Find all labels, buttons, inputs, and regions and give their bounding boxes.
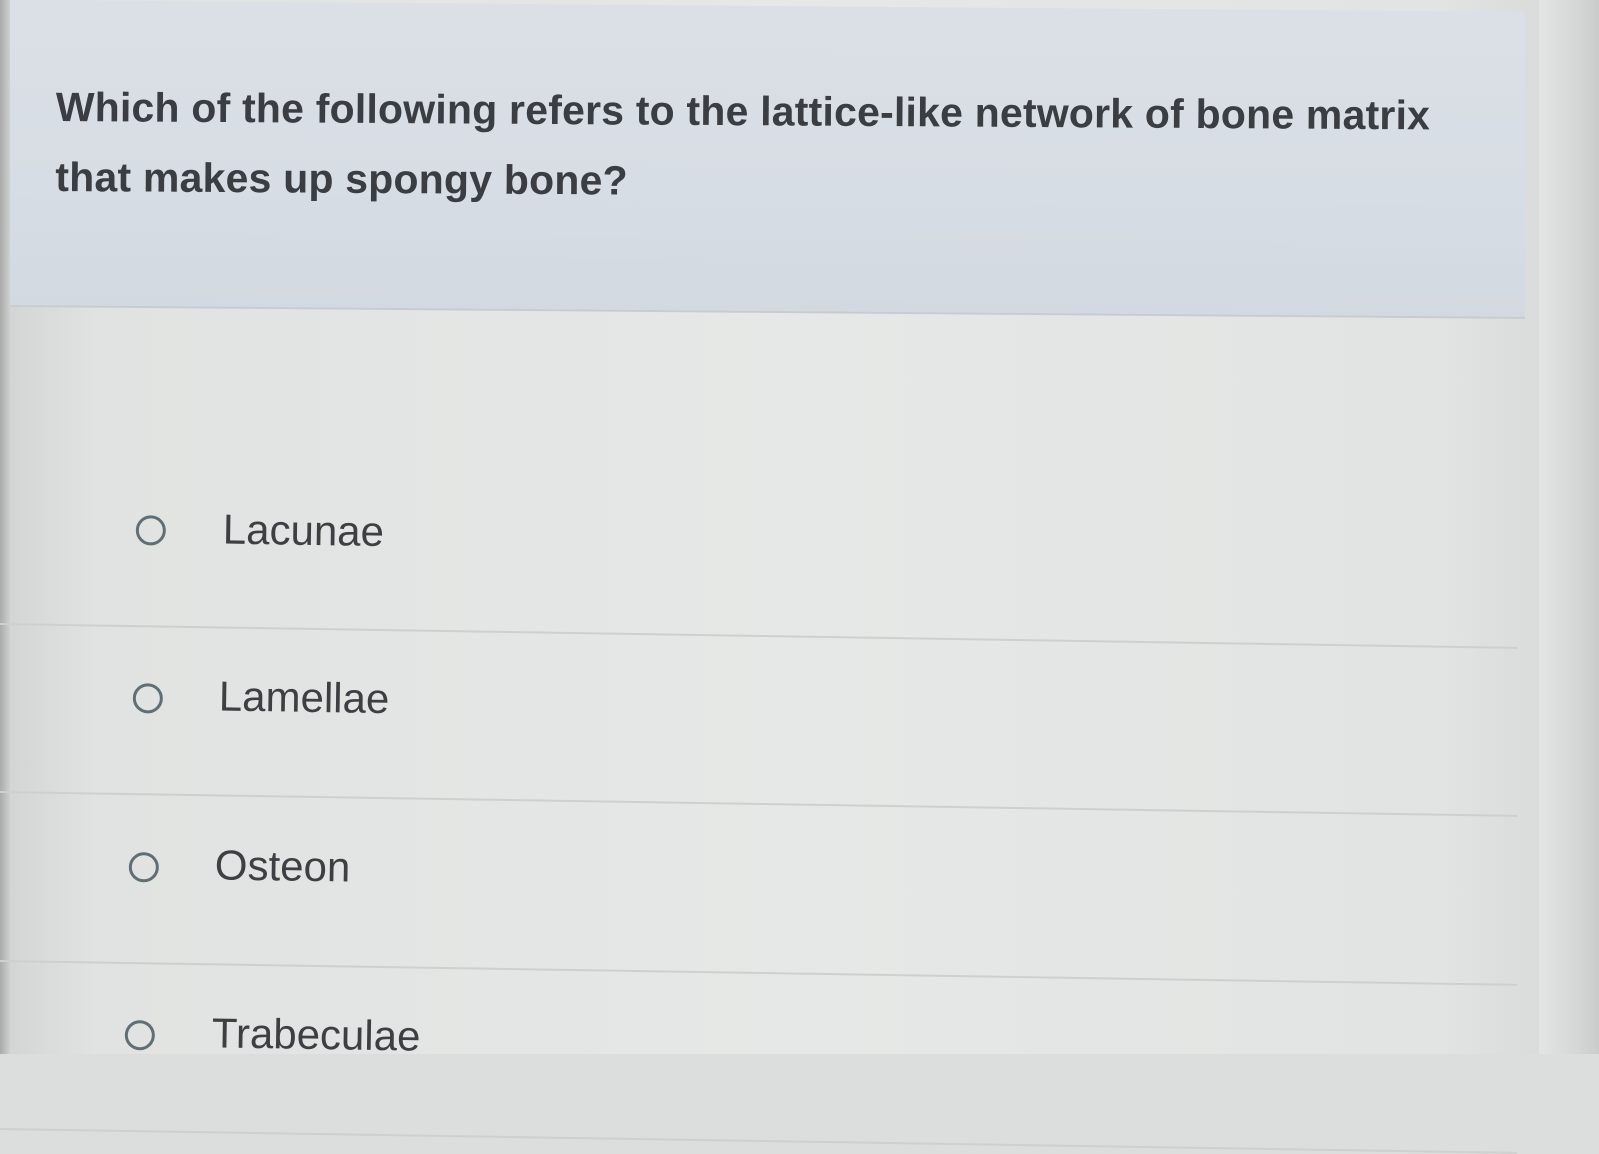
radio-button-icon[interactable] — [128, 852, 160, 883]
answer-option-lamellae[interactable]: Lamellae — [0, 623, 1520, 817]
answer-option-label: Trabeculae — [211, 1009, 421, 1060]
answer-option-label: Lamellae — [218, 672, 390, 723]
answer-option-osteon[interactable]: Osteon — [0, 792, 1520, 986]
answer-option-trabeculae[interactable]: Trabeculae — [0, 960, 1520, 1154]
answer-option-label: Lacunae — [222, 505, 385, 556]
radio-button-icon[interactable] — [135, 515, 167, 546]
answer-option-lacunae[interactable]: Lacunae — [0, 455, 1520, 649]
answer-option-label: Osteon — [214, 841, 351, 891]
radio-button-icon[interactable] — [132, 683, 164, 714]
scrollbar-track — [1539, 0, 1599, 1054]
radio-button-icon[interactable] — [124, 1019, 156, 1051]
quiz-screen: Which of the following refers to the lat… — [0, 0, 1599, 1154]
question-text: Which of the following refers to the lat… — [55, 83, 1431, 204]
